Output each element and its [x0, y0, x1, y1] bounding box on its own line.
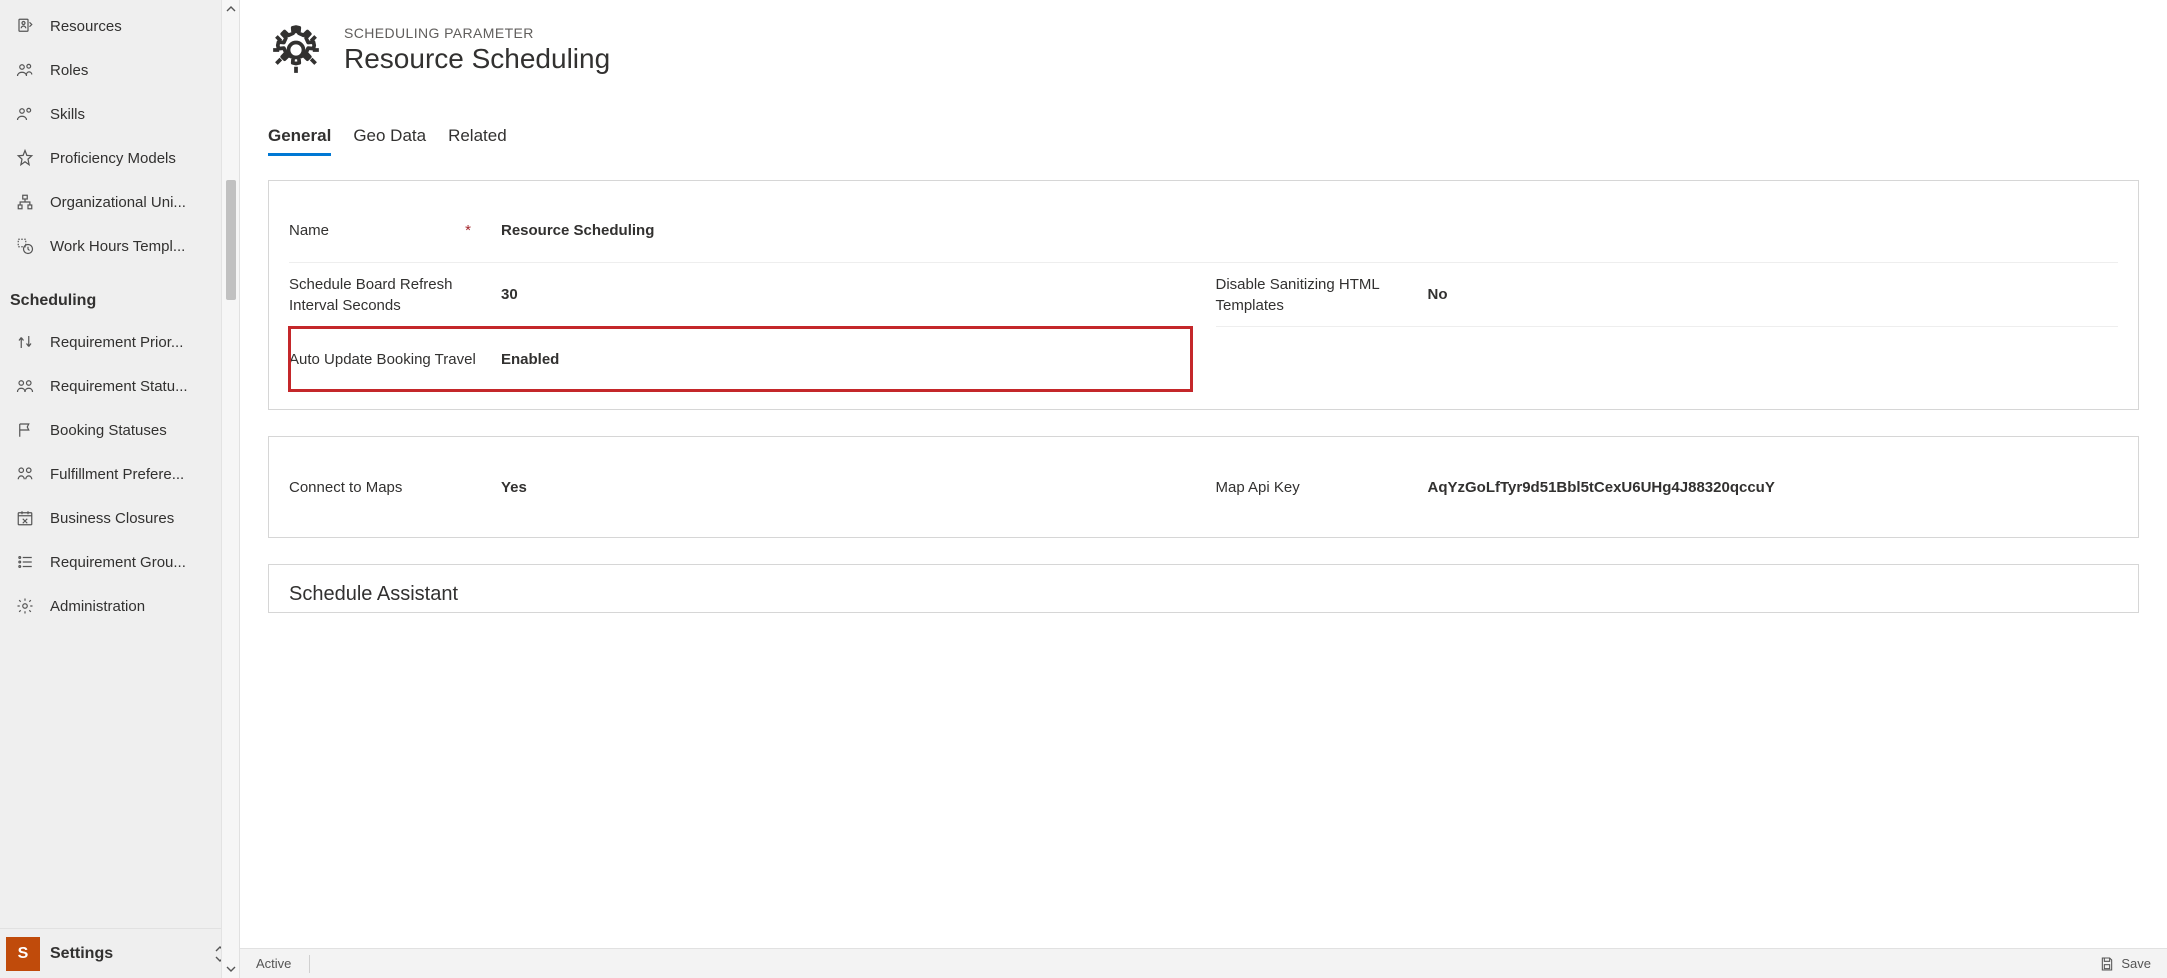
main-content: SCHEDULING PARAMETER Resource Scheduling…: [240, 0, 2167, 948]
record-header: SCHEDULING PARAMETER Resource Scheduling: [268, 22, 2139, 78]
form-row-map-api-key: Map Api Key AqYzGoLfTyr9d51Bbl5tCexU6UHg…: [1216, 455, 2119, 519]
clock-template-icon: [14, 235, 36, 257]
form-row-empty: [1216, 327, 2119, 391]
section-title-schedule-assistant: Schedule Assistant: [289, 583, 2118, 606]
sidebar-scroll-area: Resources Roles Skills Proficiency Model…: [0, 0, 239, 928]
tab-related[interactable]: Related: [448, 120, 507, 154]
record-status: Active: [256, 955, 310, 973]
form-row-auto-update-booking-travel: Auto Update Booking Travel Enabled: [289, 327, 1192, 391]
sidebar-item-requirement-statuses[interactable]: Requirement Statu...: [0, 364, 239, 408]
scroll-up-icon[interactable]: [222, 0, 240, 18]
roles-icon: [14, 59, 36, 81]
area-tile: S: [6, 937, 40, 971]
sidebar-scrollbar[interactable]: [221, 0, 239, 978]
status-bar: Active Save: [240, 948, 2167, 978]
record-eyebrow: SCHEDULING PARAMETER: [344, 25, 610, 41]
sidebar-item-label: Roles: [50, 62, 227, 79]
field-label-sanitize: Disable Sanitizing HTML Templates: [1216, 274, 1416, 316]
tab-geo-data[interactable]: Geo Data: [353, 120, 426, 154]
sidebar-item-administration[interactable]: Administration: [0, 584, 239, 628]
sidebar-item-proficiency-models[interactable]: Proficiency Models: [0, 136, 239, 180]
sidebar-item-business-closures[interactable]: Business Closures: [0, 496, 239, 540]
area-switcher[interactable]: S Settings: [0, 928, 239, 978]
tab-general[interactable]: General: [268, 120, 331, 154]
required-star: *: [465, 220, 471, 241]
form-row-connect-maps: Connect to Maps Yes: [289, 455, 1192, 519]
save-icon: [2099, 956, 2115, 972]
skills-icon: [14, 103, 36, 125]
sidebar-item-label: Resources: [50, 18, 227, 35]
sidebar-item-label: Work Hours Templ...: [50, 238, 227, 255]
sidebar-item-label: Skills: [50, 106, 227, 123]
sidebar-item-roles[interactable]: Roles: [0, 48, 239, 92]
sidebar-item-label: Requirement Grou...: [50, 554, 227, 571]
sidebar-item-label: Booking Statuses: [50, 422, 227, 439]
sidebar-item-label: Proficiency Models: [50, 150, 227, 167]
resources-icon: [14, 15, 36, 37]
field-value-connect-maps[interactable]: Yes: [489, 479, 1192, 496]
field-label-connect-maps: Connect to Maps: [289, 477, 489, 498]
save-button[interactable]: Save: [2099, 956, 2151, 972]
field-value-auto-travel[interactable]: Enabled: [489, 351, 1192, 368]
calendar-x-icon: [14, 507, 36, 529]
sidebar-item-label: Fulfillment Prefere...: [50, 466, 227, 483]
sidebar-item-fulfillment-preferences[interactable]: Fulfillment Prefere...: [0, 452, 239, 496]
area-label: Settings: [50, 945, 211, 963]
org-chart-icon: [14, 191, 36, 213]
form-row-sanitize: Disable Sanitizing HTML Templates No: [1216, 263, 2119, 327]
sidebar-item-label: Business Closures: [50, 510, 227, 527]
record-gear-icon: [268, 22, 324, 78]
sidebar-nav: Resources Roles Skills Proficiency Model…: [0, 0, 240, 978]
record-title: Resource Scheduling: [344, 43, 610, 75]
field-label-map-api-key: Map Api Key: [1216, 477, 1416, 498]
field-value-name[interactable]: Resource Scheduling: [489, 222, 2118, 239]
priority-icon: [14, 331, 36, 353]
list-group-icon: [14, 551, 36, 573]
sidebar-item-label: Organizational Uni...: [50, 194, 227, 211]
form-panel-maps: Connect to Maps Yes Map Api Key AqYzGoLf…: [268, 436, 2139, 538]
sidebar-item-work-hours-templates[interactable]: Work Hours Templ...: [0, 224, 239, 268]
scroll-thumb[interactable]: [226, 180, 236, 300]
field-value-map-api-key[interactable]: AqYzGoLfTyr9d51Bbl5tCexU6UHg4J88320qccuY: [1416, 479, 2119, 496]
sidebar-item-organizational-units[interactable]: Organizational Uni...: [0, 180, 239, 224]
scroll-down-icon[interactable]: [222, 960, 240, 978]
tab-bar: General Geo Data Related: [268, 120, 2139, 154]
field-label-refresh: Schedule Board Refresh Interval Seconds: [289, 274, 489, 316]
form-row-refresh: Schedule Board Refresh Interval Seconds …: [289, 263, 1192, 327]
sidebar-item-resources[interactable]: Resources: [0, 4, 239, 48]
gear-icon: [14, 595, 36, 617]
sidebar-group-scheduling: Scheduling: [0, 268, 239, 320]
form-row-name: Name * Resource Scheduling: [289, 199, 2118, 263]
field-value-refresh[interactable]: 30: [489, 286, 1192, 303]
form-panel-schedule-assistant: Schedule Assistant: [268, 564, 2139, 613]
sidebar-item-label: Administration: [50, 598, 227, 615]
star-icon: [14, 147, 36, 169]
field-value-sanitize[interactable]: No: [1416, 286, 2119, 303]
sidebar-item-requirement-priorities[interactable]: Requirement Prior...: [0, 320, 239, 364]
flag-icon: [14, 419, 36, 441]
form-panel-general: Name * Resource Scheduling Schedule Boar…: [268, 180, 2139, 410]
fulfillment-icon: [14, 463, 36, 485]
field-label-auto-travel: Auto Update Booking Travel: [289, 349, 489, 370]
save-label: Save: [2121, 956, 2151, 971]
field-label-name: Name: [289, 220, 329, 241]
sidebar-item-label: Requirement Prior...: [50, 334, 227, 351]
sidebar-item-booking-statuses[interactable]: Booking Statuses: [0, 408, 239, 452]
main-area: SCHEDULING PARAMETER Resource Scheduling…: [240, 0, 2167, 978]
sidebar-item-label: Requirement Statu...: [50, 378, 227, 395]
sidebar-item-skills[interactable]: Skills: [0, 92, 239, 136]
requirement-status-icon: [14, 375, 36, 397]
sidebar-item-requirement-groups[interactable]: Requirement Grou...: [0, 540, 239, 584]
